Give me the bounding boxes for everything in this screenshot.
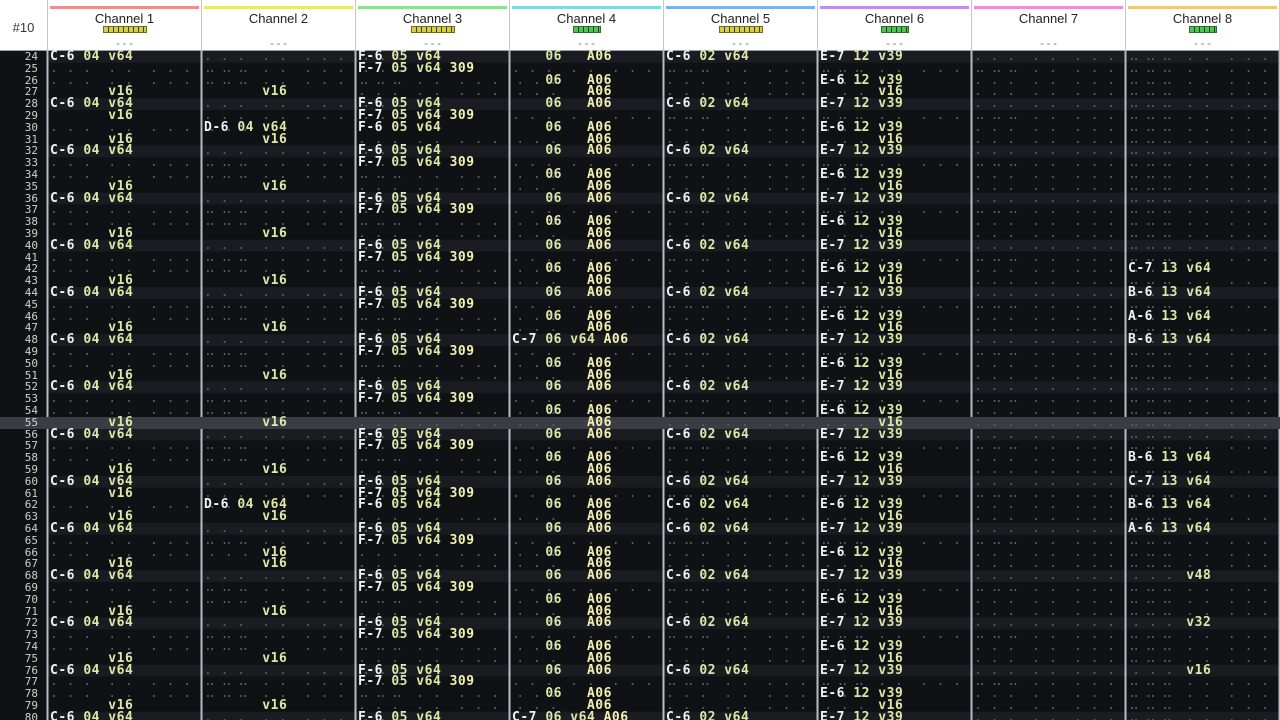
channel-header-6[interactable]: Channel 6 ---	[818, 0, 972, 50]
row-number: 45	[24, 297, 38, 311]
tracker-window: #10 Channel 1 --- Channel 2 --- Channel 3 ---…	[0, 0, 1280, 720]
note-cell[interactable]: C-6 02 v64	[666, 711, 814, 720]
channel-color-bar	[666, 6, 815, 9]
channel-color-bar	[358, 6, 507, 9]
row-number: 70	[24, 592, 38, 606]
channel-color-bar	[974, 6, 1123, 9]
channel-name: Channel 1	[94, 11, 155, 26]
row-number: 65	[24, 533, 38, 547]
channel-effect-dashes: ---	[422, 37, 443, 50]
channel-color-bar	[50, 6, 199, 9]
channel-name: Channel 8	[1172, 11, 1233, 26]
empty-cell[interactable]: . . . . . . . . . . .	[1128, 711, 1276, 720]
note-cell[interactable]: C-6 04 v64	[50, 711, 198, 720]
channel-header-7[interactable]: Channel 7 ---	[972, 0, 1126, 50]
channel-volume-meter	[719, 26, 763, 33]
row-number: 30	[24, 120, 38, 134]
channel-effect-dashes: ---	[884, 37, 905, 50]
channel-header-2[interactable]: Channel 2 ---	[202, 0, 356, 50]
row-number: 80	[24, 710, 38, 720]
channel-header-1[interactable]: Channel 1 ---	[48, 0, 202, 50]
empty-cell[interactable]: . . . . . . . . . . .	[204, 711, 403, 720]
channel-name: Channel 6	[864, 11, 925, 26]
row-number: 60	[24, 474, 38, 488]
empty-cell[interactable]: . . . . . . . . . . .	[974, 711, 1173, 720]
channel-effect-dashes: ---	[730, 37, 751, 50]
channel-effect-dashes: ---	[1192, 37, 1213, 50]
pattern-grid[interactable]: 24 C-6 04 v64. . . . . . . . . . . F-6 05 …	[0, 50, 1280, 720]
channel-effect-dashes: ---	[268, 37, 289, 50]
channel-effect-dashes: ---	[1038, 37, 1059, 50]
pattern-number[interactable]: #10	[0, 0, 48, 50]
channel-color-bar	[512, 6, 661, 9]
row-number: 50	[24, 356, 38, 370]
channel-name: Channel 2	[248, 11, 309, 26]
row-number: 75	[24, 651, 38, 665]
channel-color-bar	[1128, 6, 1277, 9]
note-cell[interactable]: F-6 05 v64	[358, 711, 506, 720]
channel-header-8[interactable]: Channel 8 ---	[1126, 0, 1280, 50]
channel-effect-dashes: ---	[114, 37, 135, 50]
channel-name: Channel 5	[710, 11, 771, 26]
channel-volume-meter	[1189, 26, 1217, 33]
channel-volume-meter	[881, 26, 909, 33]
channel-header-4[interactable]: Channel 4 ---	[510, 0, 664, 50]
channel-color-bar	[204, 6, 353, 9]
row-number: 40	[24, 238, 38, 252]
channel-name: Channel 3	[402, 11, 463, 26]
channel-name: Channel 7	[1018, 11, 1079, 26]
row-number: 55	[24, 415, 38, 429]
row-number: 35	[24, 179, 38, 193]
row-number: 25	[24, 61, 38, 75]
channel-effect-dashes: ---	[576, 37, 597, 50]
note-cell[interactable]: C-7 06 v64 A06	[512, 711, 660, 720]
channel-header-5[interactable]: Channel 5 ---	[664, 0, 818, 50]
channel-name: Channel 4	[556, 11, 617, 26]
note-cell[interactable]: E-7 12 v39	[820, 711, 968, 720]
channel-volume-meter	[573, 26, 601, 33]
channel-color-bar	[820, 6, 969, 9]
channel-volume-meter	[411, 26, 455, 33]
channel-header-3[interactable]: Channel 3 ---	[356, 0, 510, 50]
pattern-row[interactable]: 80 C-6 04 v64. . . . . . . . . . . F-6 05 …	[0, 710, 1280, 720]
channel-volume-meter	[103, 26, 147, 33]
channel-header-bar: #10 Channel 1 --- Channel 2 --- Channel 3 ---…	[0, 0, 1280, 51]
